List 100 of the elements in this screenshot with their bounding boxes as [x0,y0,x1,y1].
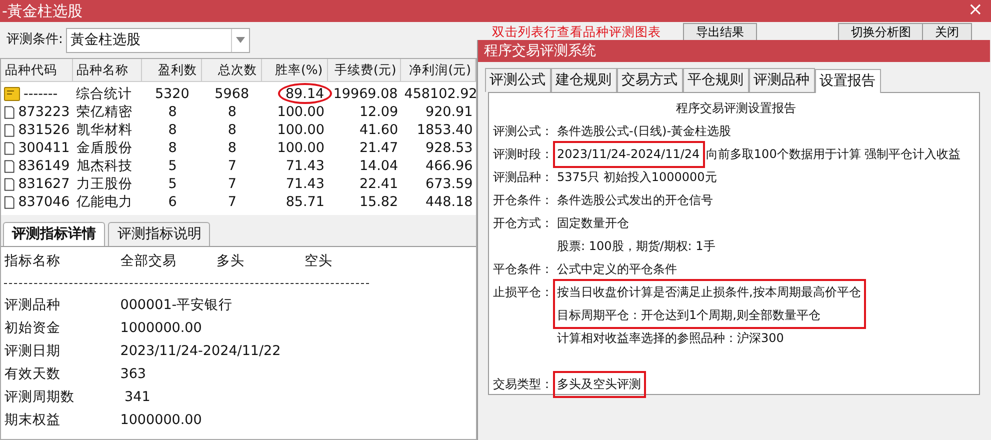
tab[interactable]: 交易方式 [616,68,682,92]
table-cell-text: 466.96 [424,157,474,176]
table-cell: 300411 [18,139,70,158]
document-icon [4,194,15,210]
column-label: 全部交易 [120,252,178,272]
column-header[interactable]: 胜率(%) [262,59,328,81]
field-value: 2023/11/24-2024/11/24 [557,146,700,163]
field-label: 交易类型： [493,376,554,393]
column-header[interactable]: 手续费(元) [328,59,402,81]
field-label: 评测品种： [493,169,554,186]
table-cell-text: 1853.40 [416,121,474,140]
table-cell-text: 71.43 [284,157,326,176]
label-text: 评测周期数 [4,388,76,408]
tab[interactable]: 评测品种 [748,68,814,92]
column-header[interactable]: 品种名称 [72,59,142,81]
label-text: 初始资金 [4,319,62,338]
table-cell-text: 凯华材料 [75,121,134,140]
field-value: 股票: 100股，期货/期权: 1手 [557,238,716,255]
table-cell-text: 71.43 [284,175,326,194]
value-text: 000001-平安银行 [120,296,233,316]
table-cell-text: 力王股份 [75,175,134,194]
table-cell: 831627 [18,175,70,194]
condition-label: 评测条件: [6,31,63,50]
table-cell-text: 亿能电力 [75,193,134,212]
table-cell-text: 15.82 [358,193,400,212]
table-cell-text: 41.60 [358,121,400,140]
table-cell-text: 448.18 [424,193,474,212]
table-cell-text: 荣亿精密 [75,103,134,122]
tab[interactable]: 评测指标说明 [108,222,210,246]
tab[interactable]: 平仓规则 [682,68,748,92]
field-note: 向前多取100个数据用于计算 强制平仓计入收益 [706,146,961,163]
table-cell-text: 7 [226,157,238,176]
table-cell-text: 22.41 [358,175,400,194]
table-cell-text: 100.00 [276,103,326,122]
document-icon [4,176,15,192]
field-value: 计算相对收益率选择的参照品种：沪深300 [557,330,784,347]
table-cell-text: 8 [167,103,178,122]
column-header[interactable]: 品种代码 [1,59,73,81]
table-cell-text: 14.04 [358,157,400,176]
table-cell-text: 673.59 [424,175,474,194]
table-cell-text: 12.09 [358,103,400,122]
table-cell-text: 5 [167,157,178,176]
document-icon [4,158,15,174]
table-cell-text: 5320 [154,85,190,104]
field-value: 按当日收盘价计算是否满足止损条件,按本周期最高价平仓 [557,284,861,301]
column-header[interactable]: 净利润(元) [401,59,476,81]
field-value: 5375只 初始投入1000000元 [557,169,717,186]
column-header[interactable]: 盈利数 [142,59,202,81]
table-cell-text: 8 [226,103,238,122]
table-cell-text: 19969.08 [332,85,399,104]
table-cell-text: 920.91 [424,103,474,122]
table-cell-text: 100.00 [276,121,326,140]
label-text: 评测日期 [4,342,62,362]
field-label: 止损平仓： [493,284,554,301]
field-label: 评测公式： [493,123,554,140]
field-value: 公式中定义的平仓条件 [557,261,677,278]
tab[interactable]: 评测指标详情 [3,222,105,246]
document-icon [4,140,15,156]
value-text: 1000000.00 [120,319,202,338]
column-label: 多头 [216,252,246,272]
table-cell: 873223 [18,103,70,122]
field-value: 条件选股公式-(日线)-黃金柱选股 [557,123,732,140]
table-cell-text: 928.53 [424,139,474,158]
report-title: 程序交易评测设置报告 [675,100,797,117]
table-cell-text: 100.00 [276,139,326,158]
column-header[interactable]: 总次数 [202,59,262,81]
table-cell-text: 8 [167,121,178,140]
table-cell-text: 21.47 [358,139,400,158]
dialog-title: 程序交易评测系统 [478,40,990,62]
label-text: 有效天数 [4,365,62,384]
table-cell-text: 8 [226,121,238,140]
document-icon [4,104,15,120]
table-cell: 837046 [18,193,70,212]
table-cell-text: 85.71 [284,193,326,212]
table-cell-text: 8 [226,139,238,158]
tab[interactable]: 设置报告 [814,69,880,93]
table-cell-text: 金盾股份 [75,139,134,158]
label-text: 评测品种 [4,296,62,316]
field-value: 目标周期平仓：开仓达到1个周期,则全部数量平仓 [557,307,822,324]
table-cell-text: 6 [167,193,178,212]
table-cell-text: 5 [167,175,178,194]
close-button[interactable]: × [968,0,983,20]
tab[interactable]: 评测公式 [484,68,550,92]
value-text: 363 [120,365,146,384]
condition-dropdown[interactable]: 黃金柱选股 [66,28,250,52]
table-cell-text: 7 [226,193,238,212]
table-cell-text: 5968 [214,85,250,104]
field-label: 开仓方式： [493,215,554,232]
table-cell: ------- [24,85,58,104]
document-icon [4,122,15,138]
tab[interactable]: 建仓规则 [550,68,616,92]
caret-icon [236,37,246,43]
column-label: 指标名称 [4,252,62,272]
value-text: 1000000.00 [120,411,202,430]
column-label: 空头 [304,252,334,272]
table-cell: 831526 [18,121,70,140]
table-cell-text: 7 [226,175,238,194]
value-text: 341 [124,388,150,408]
table-cell-text: 8 [167,139,178,158]
table-cell-text: 458102.92 [403,85,476,104]
